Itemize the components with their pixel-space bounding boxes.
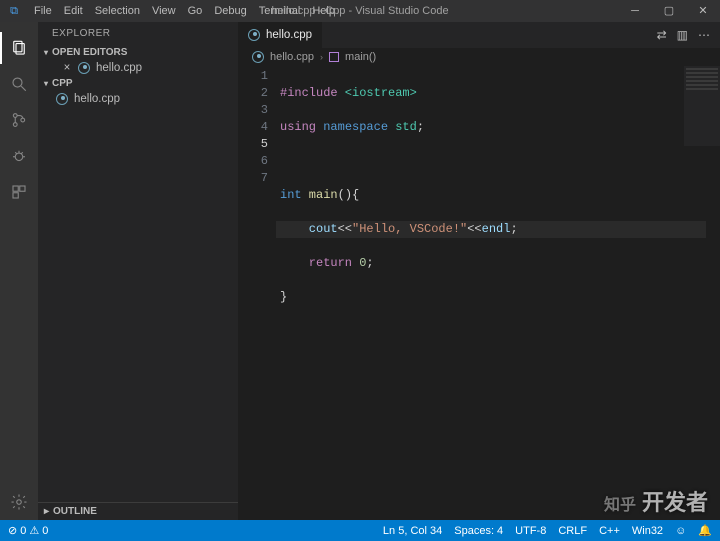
minimap[interactable] <box>684 66 720 146</box>
cpp-file-icon <box>78 62 90 74</box>
source-control-icon[interactable] <box>0 102 38 138</box>
feedback-icon[interactable]: ☺ <box>675 525 686 537</box>
file-tree-item[interactable]: hello.cpp <box>38 91 238 107</box>
cpp-file-icon <box>252 51 264 63</box>
status-indentation[interactable]: Spaces: 4 <box>454 525 503 537</box>
line-number-gutter: 1 2 3 4 5 6 7 <box>238 66 280 520</box>
debug-icon[interactable] <box>0 138 38 174</box>
status-problems[interactable]: ⊘0 ⚠0 <box>8 524 48 537</box>
breadcrumb[interactable]: hello.cpp › main() <box>238 48 720 66</box>
menu-bar: File Edit Selection View Go Debug Termin… <box>28 5 341 17</box>
outline-section[interactable]: ▸ OUTLINE <box>38 502 238 520</box>
menu-view[interactable]: View <box>146 5 182 17</box>
tab-label: hello.cpp <box>266 29 312 41</box>
menu-edit[interactable]: Edit <box>58 5 89 17</box>
open-editors-label: OPEN EDITORS <box>52 47 127 58</box>
minimize-button[interactable]: ─ <box>618 0 652 22</box>
status-eol[interactable]: CRLF <box>558 525 587 537</box>
activity-bar <box>0 22 38 520</box>
explorer-sidebar: EXPLORER ▾ OPEN EDITORS × hello.cpp ▾ CP… <box>38 22 238 520</box>
warning-icon: ⚠ <box>29 524 39 537</box>
status-encoding[interactable]: UTF-8 <box>515 525 546 537</box>
maximize-button[interactable]: ▢ <box>652 0 686 22</box>
vscode-logo-icon: ⧉ <box>0 5 28 18</box>
notifications-icon[interactable]: 🔔 <box>698 524 712 537</box>
more-actions-icon[interactable]: ⋯ <box>698 28 710 42</box>
menu-go[interactable]: Go <box>182 5 209 17</box>
menu-help[interactable]: Help <box>306 5 341 17</box>
menu-terminal[interactable]: Terminal <box>253 5 307 17</box>
file-name: hello.cpp <box>96 62 142 74</box>
breadcrumb-symbol: main() <box>345 51 376 63</box>
workspace-section[interactable]: ▾ CPP <box>38 76 238 91</box>
window-controls: ─ ▢ ✕ <box>618 0 720 22</box>
close-button[interactable]: ✕ <box>686 0 720 22</box>
settings-icon[interactable] <box>0 484 38 520</box>
error-icon: ⊘ <box>8 524 17 537</box>
chevron-down-icon: ▾ <box>44 79 48 88</box>
title-bar: ⧉ File Edit Selection View Go Debug Term… <box>0 0 720 22</box>
menu-file[interactable]: File <box>28 5 58 17</box>
workspace-label: CPP <box>52 78 73 89</box>
status-platform[interactable]: Win32 <box>632 525 663 537</box>
tab-bar: hello.cpp ⇄ ▥ ⋯ <box>238 22 720 48</box>
open-editor-item[interactable]: × hello.cpp <box>38 60 238 76</box>
close-icon[interactable]: × <box>62 62 72 74</box>
code-content[interactable]: #include <iostream> using namespace std;… <box>280 66 706 520</box>
editor: hello.cpp ⇄ ▥ ⋯ hello.cpp › main() 1 2 3… <box>238 22 720 520</box>
file-name: hello.cpp <box>74 93 120 105</box>
code-area[interactable]: 1 2 3 4 5 6 7 #include <iostream> using … <box>238 66 720 520</box>
explorer-title: EXPLORER <box>38 22 238 45</box>
status-bar: ⊘0 ⚠0 Ln 5, Col 34 Spaces: 4 UTF-8 CRLF … <box>0 520 720 541</box>
cpp-file-icon <box>56 93 68 105</box>
watermark: 知乎开发者 <box>604 485 708 517</box>
chevron-down-icon: ▾ <box>44 48 48 57</box>
cpp-file-icon <box>248 29 260 41</box>
tab-hello-cpp[interactable]: hello.cpp <box>238 22 323 48</box>
extensions-icon[interactable] <box>0 174 38 210</box>
outline-label: OUTLINE <box>53 506 97 517</box>
chevron-right-icon: ▸ <box>44 506 49 517</box>
symbol-method-icon <box>329 52 339 62</box>
menu-debug[interactable]: Debug <box>208 5 252 17</box>
search-icon[interactable] <box>0 66 38 102</box>
open-editors-section[interactable]: ▾ OPEN EDITORS <box>38 45 238 60</box>
breadcrumb-file: hello.cpp <box>270 51 314 63</box>
compare-changes-icon[interactable]: ⇄ <box>657 28 667 42</box>
status-cursor-position[interactable]: Ln 5, Col 34 <box>383 525 442 537</box>
menu-selection[interactable]: Selection <box>89 5 146 17</box>
split-editor-icon[interactable]: ▥ <box>677 28 688 42</box>
chevron-right-icon: › <box>320 52 323 62</box>
status-language[interactable]: C++ <box>599 525 620 537</box>
explorer-icon[interactable] <box>0 30 38 66</box>
